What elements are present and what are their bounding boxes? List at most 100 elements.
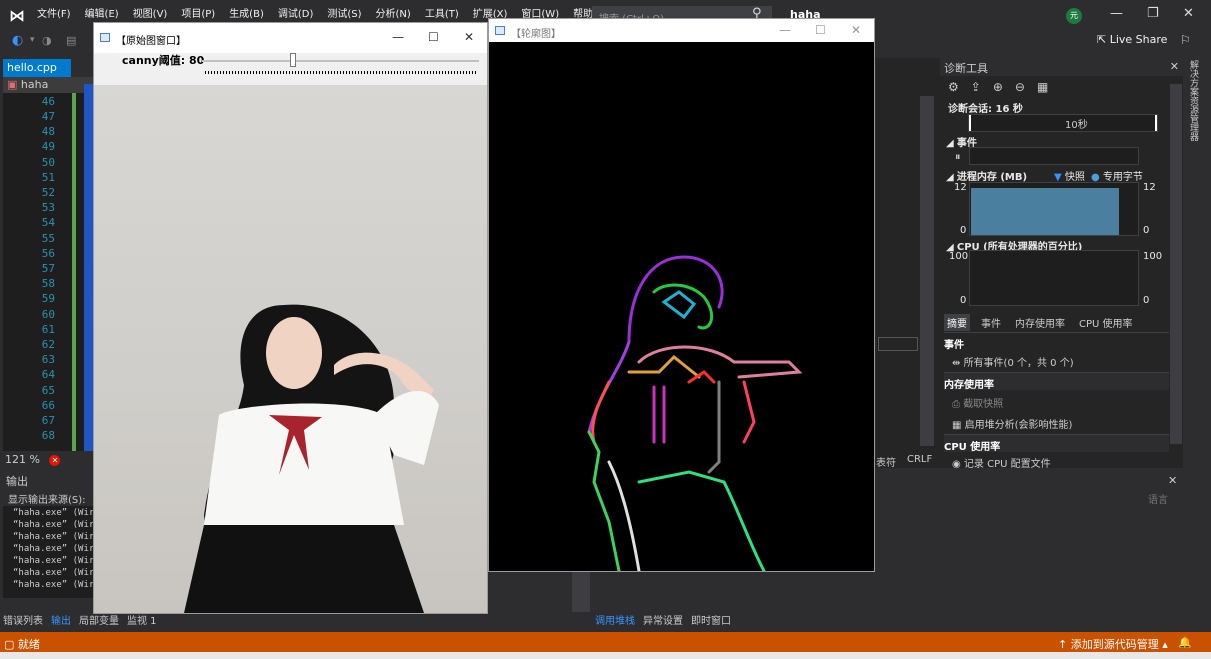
dropdown-icon[interactable]: ▾ (30, 35, 35, 45)
window-icon (495, 26, 505, 35)
tab-cpu-usage[interactable]: CPU 使用率 (1076, 314, 1136, 331)
trackbar-thumb[interactable] (290, 53, 296, 67)
zoom-out-icon[interactable]: ⊖ (1015, 80, 1025, 96)
scrollbar[interactable] (920, 96, 934, 446)
visual-studio-logo-icon: ⋈ (9, 5, 25, 25)
snapshot-legend: ▼ 快照 (1054, 172, 1085, 183)
minimize-icon[interactable]: — (779, 23, 791, 37)
status-ready: ▢ 就绪 (4, 638, 40, 651)
diagnostics-tabs: 摘要 事件 内存使用率 CPU 使用率 (944, 314, 1136, 331)
tab-call-stack[interactable]: 调用堆栈 (595, 612, 635, 628)
toolbar-icon[interactable]: ▤ (66, 34, 76, 47)
cpu-axis-max-right: 100 (1143, 251, 1163, 262)
memory-section[interactable]: ◢ 进程内存 (MB) (946, 168, 1027, 183)
line-number-gutter: 46 47 48 49 50 51 52 53 54 55 56 57 58 5… (3, 93, 55, 451)
output-source-label: 显示输出来源(S): (8, 495, 86, 506)
close-icon[interactable]: ✕ (851, 23, 861, 37)
output-text[interactable]: “haha.exe” (Wir “haha.exe” (Wir “haha.ex… (3, 506, 94, 598)
tab-exception-settings[interactable]: 异常设置 (643, 612, 683, 628)
close-icon[interactable]: ✕ (464, 30, 474, 44)
source-control-button[interactable]: ↑ 添加到源代码管理 ▴ (1058, 636, 1168, 652)
tab-summary[interactable]: 摘要 (944, 314, 970, 331)
scrollbar[interactable] (572, 572, 590, 612)
bottom-tabs-left: 错误列表 输出 局部变量 监视 1 (3, 612, 603, 628)
minimize-icon[interactable]: — (392, 30, 404, 44)
output-line: “haha.exe” (Wir (13, 508, 93, 518)
live-share-button[interactable]: ⇱ Live Share (1097, 33, 1167, 46)
notification-icon[interactable]: 🔔 (1178, 636, 1192, 649)
minimize-icon[interactable]: — (1110, 6, 1123, 21)
tab-hello-cpp[interactable]: hello.cpp ⊸ ✕ (3, 59, 71, 87)
trackbar-label: canny阈值: 80 (122, 54, 205, 67)
line-number: 57 (41, 262, 55, 275)
menu-file[interactable]: 文件(F) (30, 0, 78, 30)
solution-explorer-rail[interactable]: 解决方案资源管理器 (1184, 58, 1200, 618)
zoom-dropdown[interactable]: 121 % ✕ (3, 451, 93, 468)
pause-icon[interactable]: ⏸ (955, 150, 961, 164)
take-snapshot-button[interactable]: ⎙ 截取快照 (952, 395, 1003, 410)
tab-events[interactable]: 事件 (978, 314, 1004, 331)
reset-view-icon[interactable]: ▦ (1037, 80, 1048, 96)
output-line: “haha.exe” (Wir (13, 568, 93, 578)
tab-label: hello.cpp (7, 61, 57, 74)
line-number: 62 (41, 338, 55, 351)
trackbar-track[interactable] (202, 60, 479, 62)
close-panel-icon[interactable]: ✕ (1170, 60, 1179, 73)
timeline-handle-end[interactable] (1155, 115, 1157, 131)
original-window-title: 【原始图窗口】 (116, 36, 186, 47)
line-number: 54 (41, 216, 55, 229)
original-window-titlebar[interactable]: 【原始图窗口】 — ☐ ✕ (94, 23, 487, 53)
output-line: “haha.exe” (Wir (13, 520, 93, 530)
line-number: 63 (41, 353, 55, 366)
maximize-icon[interactable]: ☐ (815, 23, 826, 37)
line-ending-label[interactable]: CRLF (907, 454, 932, 465)
contour-window-titlebar[interactable]: 【轮廓图】 — ☐ ✕ (489, 19, 874, 43)
feedback-icon[interactable]: ⚐ (1180, 33, 1191, 47)
all-events-link[interactable]: ⇹ 所有事件(0 个，共 0 个) (952, 354, 1074, 369)
settings-icon[interactable]: ⚙ (948, 80, 959, 96)
cpu-axis-min-right: 0 (1143, 295, 1150, 306)
close-icon[interactable]: ✕ (1183, 6, 1194, 21)
timeline-handle-start[interactable] (969, 115, 971, 131)
line-number: 60 (41, 308, 55, 321)
project-navigation[interactable]: ▣ haha (3, 77, 93, 93)
cpu-chart[interactable] (969, 250, 1139, 306)
maximize-icon[interactable]: ☐ (428, 30, 439, 44)
summary-memory-header: 内存使用率 (944, 372, 1169, 391)
camera-icon: ⎙ (952, 399, 964, 410)
forward-icon[interactable]: ◑ (42, 34, 52, 47)
chevron-up-icon: ▴ (1158, 638, 1168, 651)
status-icon: ▢ (4, 638, 18, 651)
tab-output[interactable]: 输出 (51, 612, 71, 628)
line-number: 53 (41, 201, 55, 214)
cpp-file-icon: ▣ (7, 78, 18, 91)
line-number: 61 (41, 323, 55, 336)
close-panel-icon[interactable]: ✕ (1168, 474, 1177, 487)
output-line: “haha.exe” (Wir (13, 544, 93, 554)
tab-locals[interactable]: 局部变量 (79, 612, 119, 628)
share-icon: ⇱ (1097, 33, 1110, 46)
timeline-ruler[interactable]: 10秒 (968, 114, 1158, 132)
line-number: 50 (41, 156, 55, 169)
tab-watch-1[interactable]: 监视 1 (127, 612, 157, 628)
tab-error-list[interactable]: 错误列表 (3, 612, 43, 628)
export-icon[interactable]: ⇪ (971, 80, 981, 96)
line-number: 65 (41, 384, 55, 397)
scrollbar[interactable] (1170, 84, 1182, 444)
tab-immediate-window[interactable]: 即时窗口 (691, 612, 731, 628)
zoom-in-icon[interactable]: ⊕ (993, 80, 1003, 96)
original-photo (94, 85, 487, 613)
status-bar (0, 632, 1211, 652)
private-bytes-legend: ● 专用字节 (1091, 172, 1143, 183)
heap-analysis-button[interactable]: ▦ 启用堆分析(会影响性能) (952, 416, 1072, 431)
record-cpu-button[interactable]: ◉ 记录 CPU 配置文件 (952, 455, 1051, 470)
restore-icon[interactable]: ❐ (1147, 6, 1159, 21)
summary-cpu-header: CPU 使用率 (944, 434, 1169, 453)
avatar[interactable]: 元 (1066, 8, 1082, 24)
tab-memory-usage[interactable]: 内存使用率 (1012, 314, 1068, 331)
error-icon[interactable]: ✕ (49, 455, 61, 466)
mem-axis-max-right: 12 (1143, 182, 1156, 193)
back-icon[interactable]: ◐ (12, 33, 23, 48)
line-number: 49 (41, 140, 55, 153)
timeline-label: 10秒 (1065, 120, 1088, 131)
